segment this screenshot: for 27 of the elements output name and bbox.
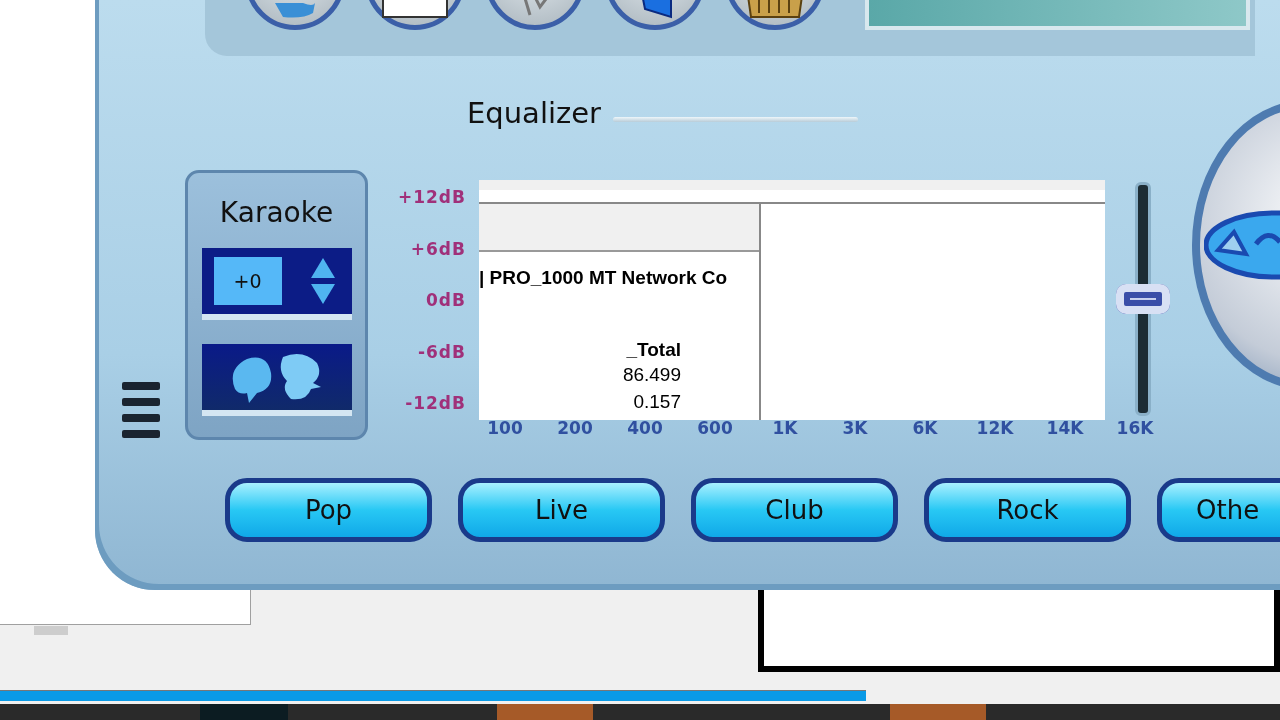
frequency-label: 200: [556, 418, 594, 438]
frequency-label: 100: [486, 418, 524, 438]
frequency-label: 6K: [911, 418, 939, 438]
section-title: Equalizer: [467, 96, 601, 130]
frequency-label: 3K: [841, 418, 869, 438]
preset-button[interactable]: Pop: [225, 478, 432, 542]
counter-value: 86.499: [622, 363, 681, 387]
instance-name: _Total: [626, 339, 681, 361]
decibel-label: -6dB: [417, 340, 466, 364]
frequency-label: 600: [696, 418, 734, 438]
preset-button[interactable]: Live: [458, 478, 665, 542]
preset-button[interactable]: Club: [691, 478, 898, 542]
frequency-label: 16K: [1115, 418, 1155, 438]
decibel-label: -12dB: [404, 392, 466, 415]
key-value-field[interactable]: +0: [213, 257, 282, 305]
frequency-label: 1K: [771, 418, 799, 438]
karaoke-title: Karaoke: [219, 195, 334, 231]
counter-name: | PRO_1000 MT Network Co: [479, 267, 728, 289]
decibel-label: +12dB: [396, 186, 466, 209]
frequency-label: 400: [626, 418, 664, 438]
preset-button[interactable]: Othe: [1157, 478, 1280, 542]
counter-value: 0.157: [633, 390, 681, 414]
decibel-label: 0dB: [425, 289, 466, 312]
frequency-label: 14K: [1045, 418, 1085, 438]
decibel-label: +6dB: [409, 237, 466, 261]
preset-button[interactable]: Rock: [924, 478, 1131, 542]
frequency-label: 12K: [975, 418, 1015, 438]
